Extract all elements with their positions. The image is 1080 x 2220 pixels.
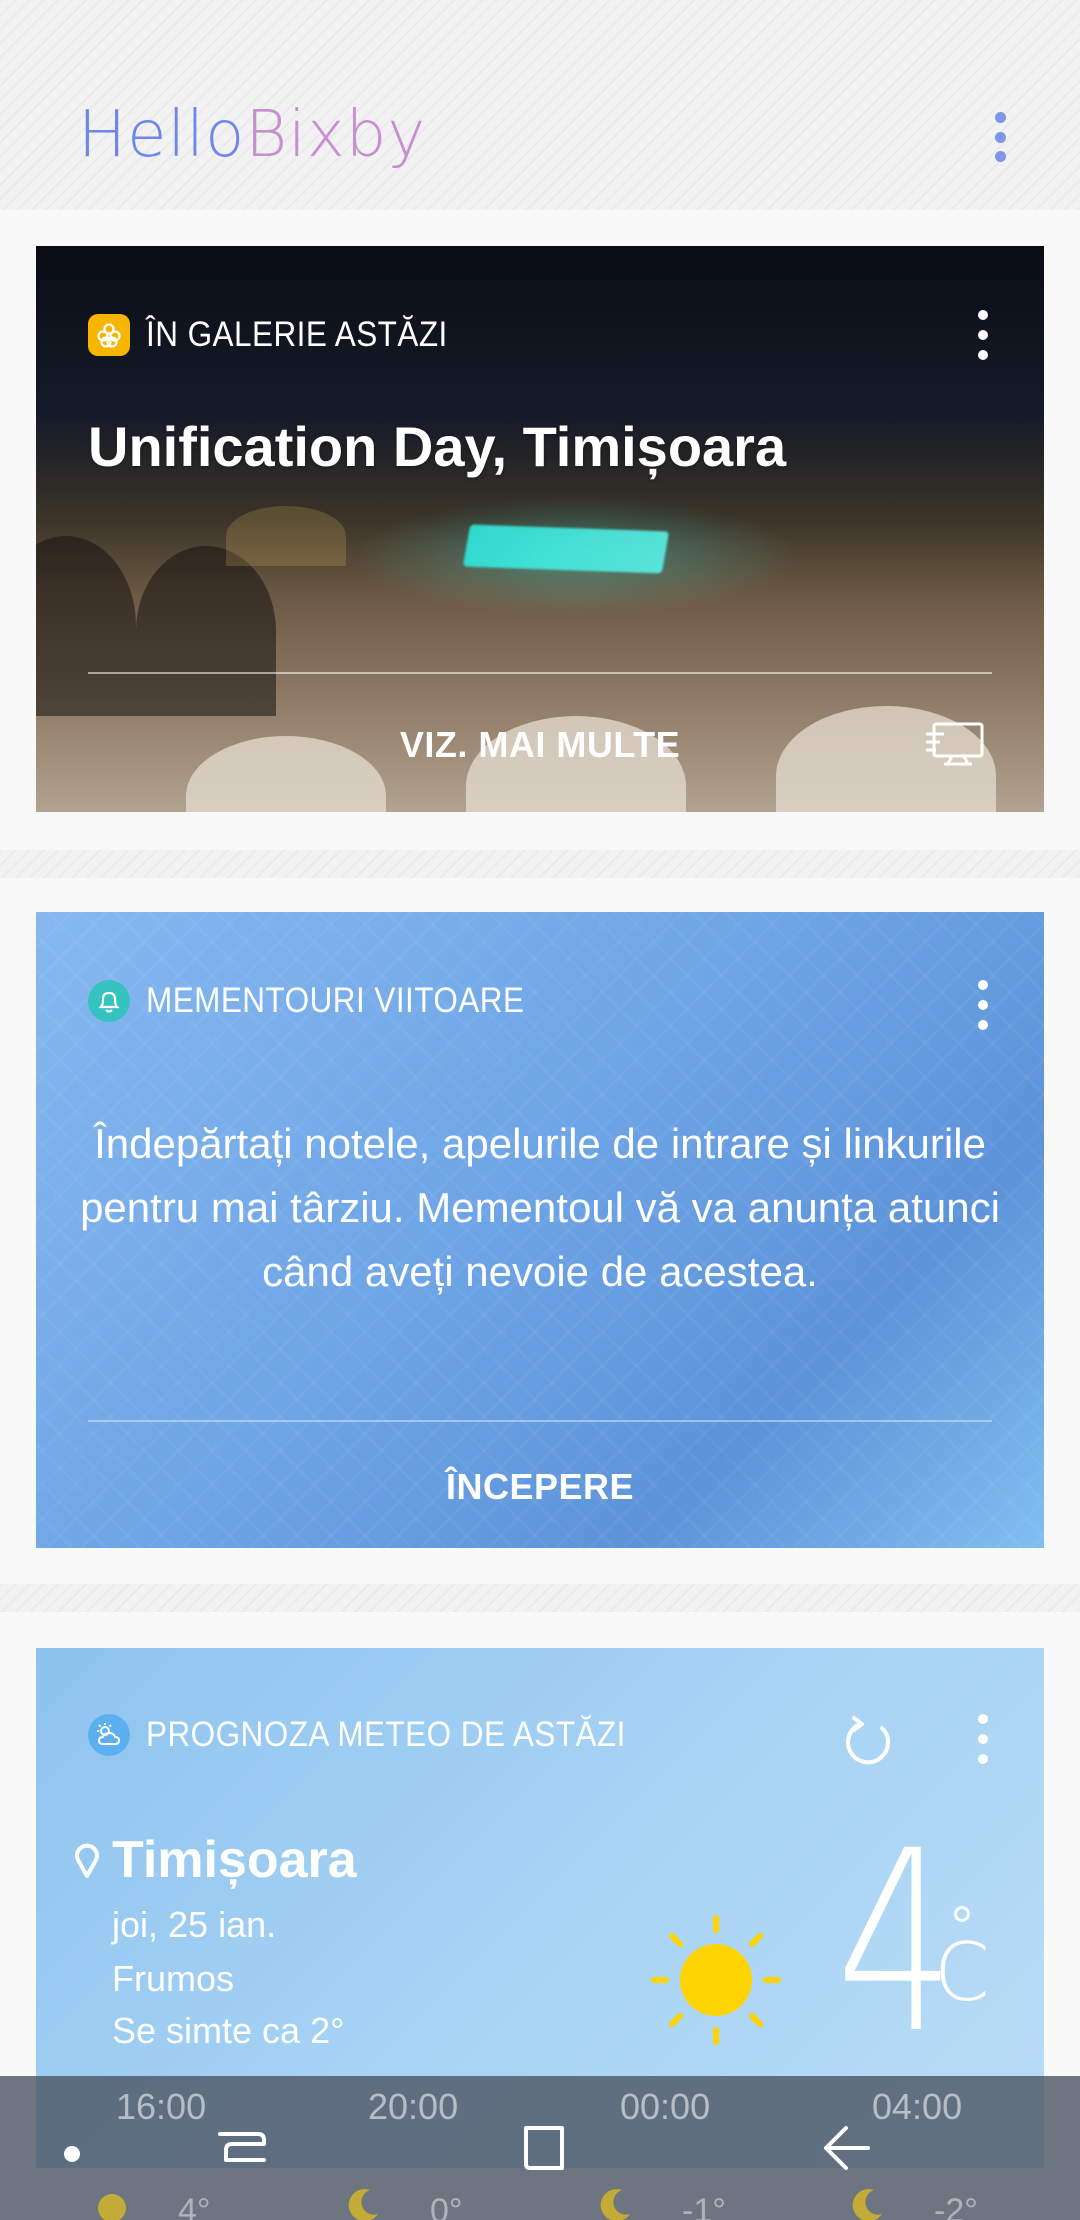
location-row: Timișoara <box>74 1830 357 1890</box>
moon-icon <box>600 2189 630 2220</box>
bixby-logo: HelloBixby <box>78 98 426 172</box>
divider <box>88 672 992 674</box>
section-divider <box>0 850 1080 878</box>
forecast-temp: 0° <box>430 2192 463 2220</box>
header-more-vert-icon[interactable] <box>985 112 1015 162</box>
gallery-today-card[interactable]: ÎN GALERIE ASTĂZI Unification Day, Timiș… <box>36 246 1044 812</box>
logo-text-bixby: Bixby <box>245 98 427 172</box>
card-header: PROGNOZA METEO DE ASTĂZI <box>88 1714 679 1756</box>
refresh-icon[interactable] <box>840 1714 896 1770</box>
forecast-time: 20:00 <box>368 2086 459 2127</box>
sun-icon <box>98 2194 126 2220</box>
moon-icon <box>852 2189 882 2220</box>
navigation-bar: 16:00 20:00 00:00 04:00 4° 0° -1° -2° <box>0 2076 1080 2220</box>
section-label: ÎN GALERIE ASTĂZI <box>146 315 448 354</box>
photo-light <box>226 506 346 566</box>
recent-apps-icon[interactable] <box>212 2118 272 2178</box>
sun-icon <box>651 1915 781 2045</box>
start-button[interactable]: ÎNCEPERE <box>36 1466 1044 1508</box>
forecast-temp: -2° <box>934 2192 978 2220</box>
weather-date: joi, 25 ian. <box>112 1904 277 1945</box>
gallery-flower-icon <box>88 314 130 356</box>
home-icon[interactable] <box>514 2118 574 2178</box>
reminders-card[interactable]: MEMENTOURI VIITOARE Îndepărtați notele, … <box>36 912 1044 1548</box>
feels-like: Se simte ca 2° <box>112 2010 345 2051</box>
gallery-more-vert-icon[interactable] <box>968 310 998 360</box>
neon-sign <box>462 524 670 574</box>
divider <box>88 1420 992 1422</box>
card-header: ÎN GALERIE ASTĂZI <box>88 314 481 356</box>
gallery-title[interactable]: Unification Day, Timișoara <box>88 414 786 479</box>
view-more-button[interactable]: VIZ. MAI MULTE <box>36 724 1044 766</box>
temperature-unit: C <box>934 1926 990 2019</box>
forecast-temp: 4° <box>178 2192 211 2220</box>
photo-arch <box>36 536 136 716</box>
reminder-more-vert-icon[interactable] <box>968 980 998 1030</box>
weather-more-vert-icon[interactable] <box>968 1714 998 1764</box>
back-icon[interactable] <box>816 2118 876 2178</box>
forecast-temp: -1° <box>682 2192 726 2220</box>
reminder-description: Îndepărtați notele, apelurile de intrare… <box>80 1120 1000 1295</box>
forecast-time: 00:00 <box>620 2086 711 2127</box>
logo-text-hello: Hello <box>78 98 246 172</box>
cast-to-tv-icon[interactable] <box>924 720 986 768</box>
weather-icon <box>88 1714 130 1756</box>
section-divider <box>0 1584 1080 1612</box>
section-label: MEMENTOURI VIITOARE <box>146 981 525 1020</box>
city-name: Timișoara <box>112 1831 357 1889</box>
nav-dot-indicator <box>64 2146 80 2162</box>
degree-symbol <box>954 1906 970 1922</box>
app-header: HelloBixby <box>0 0 1080 210</box>
location-pin-icon <box>75 1843 99 1878</box>
forecast-time: 16:00 <box>116 2086 207 2127</box>
weather-condition: Frumos <box>112 1958 235 1999</box>
forecast-time: 04:00 <box>872 2086 963 2127</box>
bell-icon <box>88 980 130 1022</box>
card-header: MEMENTOURI VIITOARE <box>88 980 566 1022</box>
section-label: PROGNOZA METEO DE ASTĂZI <box>146 1715 626 1754</box>
moon-icon <box>348 2189 378 2220</box>
photo-arch <box>136 546 276 716</box>
